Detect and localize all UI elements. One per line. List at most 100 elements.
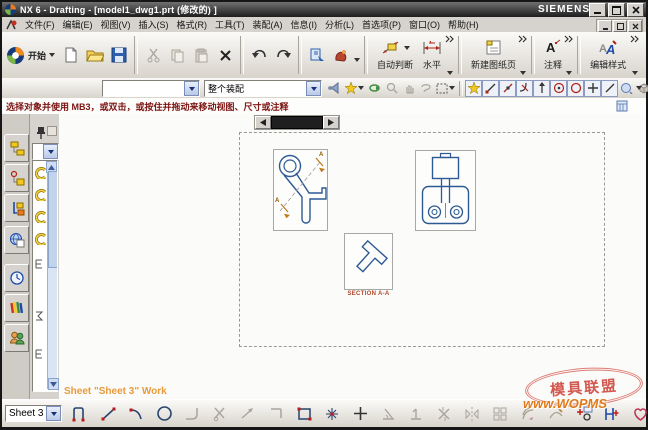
navigator-tree[interactable] <box>32 160 58 392</box>
auto-infer-dimension-button[interactable]: 自动判断 <box>373 38 417 72</box>
command-finder-button[interactable] <box>305 43 329 67</box>
mdi-close-button[interactable] <box>628 20 642 32</box>
snap-endpoint-button[interactable] <box>482 80 499 97</box>
selection-loop-button[interactable] <box>366 80 383 97</box>
tab-assembly-navigator[interactable] <box>4 134 29 162</box>
lasso-button[interactable] <box>417 80 434 97</box>
edit-curve-button[interactable] <box>544 402 568 426</box>
toolbar-options-icon[interactable] <box>636 86 642 90</box>
menu-preferences[interactable]: 首选项(P) <box>358 18 405 31</box>
hand-select-button[interactable] <box>400 80 417 97</box>
cut-button[interactable] <box>141 43 165 67</box>
snap-quadrant-button[interactable] <box>567 80 584 97</box>
fillet-button[interactable] <box>180 402 204 426</box>
drawing-view-section[interactable] <box>344 233 393 290</box>
pushpin-icon[interactable] <box>35 126 47 140</box>
highlight-button[interactable] <box>326 80 343 97</box>
tab-history[interactable] <box>4 264 29 292</box>
selection-filter-dropdown[interactable] <box>184 81 199 96</box>
redo-button[interactable] <box>271 43 295 67</box>
menu-tools[interactable]: 工具(T) <box>211 18 249 31</box>
studio-spline-button[interactable] <box>320 402 344 426</box>
snap-existing-point-button[interactable] <box>584 80 601 97</box>
profile-button[interactable] <box>68 402 92 426</box>
panel-filter-combo[interactable] <box>32 143 59 160</box>
graphics-window[interactable]: A A SEC <box>59 114 646 399</box>
ordinate-dimension-button[interactable] <box>600 402 624 426</box>
scroll-thumb[interactable] <box>271 116 323 129</box>
horizontal-scrollbar[interactable] <box>254 115 340 130</box>
selection-scope-dropdown[interactable] <box>306 81 321 96</box>
group-overflow-icon[interactable] <box>564 35 573 43</box>
start-button[interactable]: 开始 <box>2 46 59 65</box>
new-sheet-button[interactable]: 新建图纸页 <box>467 38 520 72</box>
arc-button[interactable] <box>124 402 148 426</box>
copy-button[interactable] <box>165 43 189 67</box>
selection-filter-combo[interactable] <box>102 80 200 97</box>
panel-filter-dropdown[interactable] <box>43 144 58 159</box>
snap-intersection-button[interactable] <box>516 80 533 97</box>
menu-insert[interactable]: 插入(S) <box>135 18 173 31</box>
tab-palettes[interactable] <box>4 294 29 322</box>
sheet-combo[interactable]: Sheet 3 <box>5 405 62 422</box>
group-overflow-icon[interactable] <box>518 35 527 43</box>
panel-scroll-thumb[interactable] <box>48 171 58 268</box>
horizontal-dimension-button[interactable]: 水平 <box>417 38 447 72</box>
group-overflow-icon[interactable] <box>445 35 454 43</box>
trim-button[interactable] <box>208 402 232 426</box>
menu-window[interactable]: 窗口(O) <box>405 18 444 31</box>
menu-help[interactable]: 帮助(H) <box>444 18 483 31</box>
scroll-right-button[interactable] <box>323 116 339 129</box>
annotation-button[interactable]: A 注释 <box>540 38 566 72</box>
point-button[interactable] <box>348 402 372 426</box>
snap-midpoint-button[interactable] <box>499 80 516 97</box>
circle-button[interactable] <box>152 402 176 426</box>
drawing-view-side[interactable] <box>415 150 476 231</box>
new-file-button[interactable] <box>59 43 83 67</box>
closed-curve-button[interactable] <box>628 402 648 426</box>
line-button[interactable] <box>96 402 120 426</box>
offset-curve-button[interactable] <box>516 402 540 426</box>
save-button[interactable] <box>107 43 131 67</box>
pattern-curve-button[interactable] <box>488 402 512 426</box>
delete-button[interactable] <box>213 43 237 67</box>
open-button[interactable] <box>83 43 107 67</box>
constraint-angle-button[interactable] <box>376 402 400 426</box>
menu-file[interactable]: 文件(F) <box>21 18 59 31</box>
drawing-view-front[interactable]: A A <box>273 149 328 231</box>
point-dialog-button[interactable] <box>572 402 596 426</box>
sheet-combo-dropdown[interactable] <box>46 406 61 421</box>
menu-format[interactable]: 格式(R) <box>173 18 212 31</box>
quick-trim-button[interactable] <box>432 402 456 426</box>
maximize-button[interactable] <box>608 3 625 17</box>
make-corner-button[interactable] <box>264 402 288 426</box>
paste-button[interactable] <box>189 43 213 67</box>
snap-enable-button[interactable] <box>465 80 482 97</box>
close-button[interactable] <box>627 3 644 17</box>
group-overflow-icon[interactable] <box>630 35 639 43</box>
selection-scope-combo[interactable]: 整个装配 <box>204 80 322 97</box>
minimize-button[interactable] <box>589 3 606 17</box>
menu-analysis[interactable]: 分析(L) <box>321 18 358 31</box>
menu-view[interactable]: 视图(V) <box>97 18 135 31</box>
group-dropdown-icon[interactable] <box>520 71 526 75</box>
tab-part-navigator[interactable] <box>4 194 29 222</box>
scroll-left-button[interactable] <box>255 116 271 129</box>
scroll-down-button[interactable] <box>48 378 59 390</box>
mirror-curve-button[interactable] <box>460 402 484 426</box>
rectangle-select-button[interactable] <box>434 80 457 97</box>
menu-information[interactable]: 信息(I) <box>287 18 322 31</box>
tab-roles[interactable] <box>4 324 29 352</box>
magnify-button[interactable] <box>383 80 400 97</box>
tab-constraint-navigator[interactable] <box>4 164 29 192</box>
constraint-perpendicular-button[interactable] <box>404 402 428 426</box>
rectangle-button[interactable] <box>292 402 316 426</box>
edit-style-button[interactable]: A A 编辑样式 <box>586 38 630 72</box>
snap-point-menu-button[interactable] <box>343 80 366 97</box>
mdi-minimize-button[interactable] <box>598 20 612 32</box>
undo-button[interactable] <box>247 43 271 67</box>
group-dropdown-icon[interactable] <box>566 71 572 75</box>
snap-control-point-button[interactable] <box>533 80 550 97</box>
mdi-restore-button[interactable] <box>613 20 627 32</box>
touch-mode-button[interactable] <box>329 43 353 67</box>
